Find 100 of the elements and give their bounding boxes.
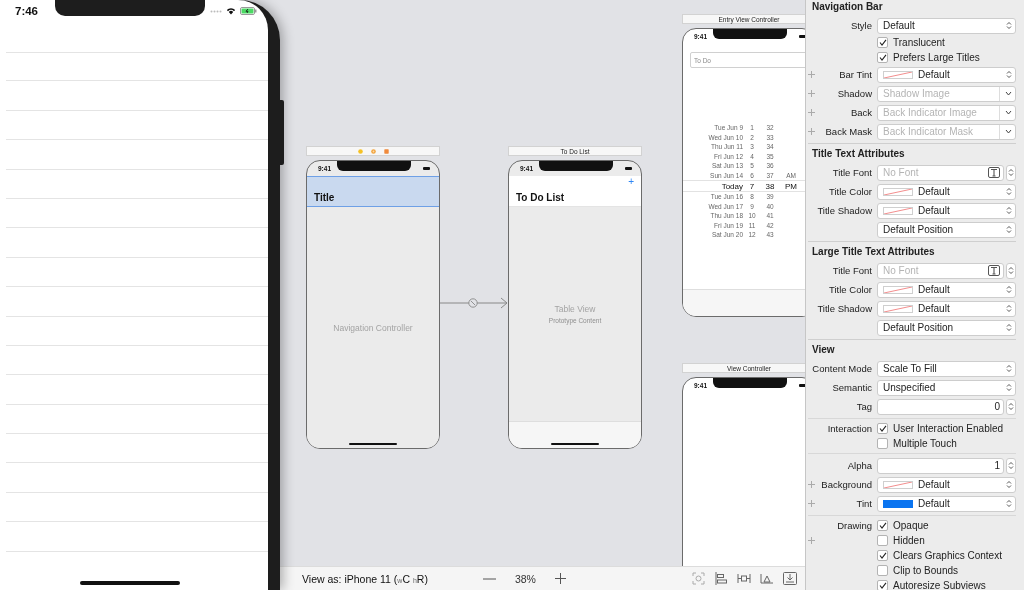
- field-label: Back: [850, 107, 872, 118]
- section-title: Title Text Attributes: [811, 147, 906, 161]
- checkbox-label: Hidden: [893, 535, 925, 546]
- popup-button[interactable]: Default Position: [877, 221, 1016, 238]
- field-label: Tag: [856, 401, 872, 412]
- checkbox[interactable]: [877, 565, 888, 576]
- chevron-down-icon: [1005, 91, 1012, 96]
- placeholder-label: Navigation Controller: [333, 322, 413, 333]
- font-icon[interactable]: [988, 265, 1000, 276]
- navigation-bar[interactable]: Title: [307, 176, 439, 207]
- checkbox[interactable]: [877, 52, 888, 63]
- battery-icon: [240, 7, 257, 15]
- battery-icon: [423, 167, 430, 170]
- stepper[interactable]: [1006, 457, 1016, 474]
- plus-icon[interactable]: [808, 500, 815, 507]
- stepper[interactable]: [1006, 262, 1016, 279]
- chevron-down-icon: [1005, 110, 1012, 115]
- up-down-chevron-icon: [1008, 168, 1014, 177]
- download-tray-icon[interactable]: [783, 572, 797, 585]
- color-swatch: [883, 187, 913, 196]
- up-down-chevron-icon: [1006, 187, 1012, 196]
- home-indicator: [551, 443, 599, 445]
- color-popup-button[interactable]: Default: [877, 300, 1016, 317]
- checkbox[interactable]: [877, 423, 888, 434]
- circle-icon[interactable]: [357, 148, 363, 154]
- checkbox[interactable]: [877, 580, 888, 590]
- field-label: Title Shadow: [817, 205, 872, 216]
- home-indicator: [349, 443, 397, 445]
- checkbox[interactable]: [877, 550, 888, 561]
- color-popup-button[interactable]: Default: [877, 476, 1016, 493]
- triangle-icon[interactable]: [760, 572, 774, 585]
- placeholder-label: Table View: [554, 304, 596, 314]
- checkbox[interactable]: [877, 535, 888, 546]
- field-label: Title Font: [832, 265, 872, 276]
- color-popup-button[interactable]: Default: [877, 281, 1016, 298]
- field-label: Style: [850, 20, 872, 31]
- navigation-title: Title: [314, 192, 336, 203]
- checkbox-label: Clears Graphics Context: [893, 550, 1002, 561]
- color-popup-button[interactable]: Default: [877, 183, 1016, 200]
- popup-button[interactable]: Default Position: [877, 319, 1016, 336]
- field-label: Back Mask: [825, 126, 872, 137]
- field-label: Drawing: [837, 520, 872, 531]
- scene-dock[interactable]: [306, 146, 440, 156]
- field-label: Bar Tint: [839, 69, 872, 80]
- navigation-title: To Do List: [516, 192, 566, 203]
- popup-button[interactable]: Unspecified: [877, 379, 1016, 396]
- section-title: Navigation Bar: [811, 0, 884, 14]
- add-button[interactable]: +: [628, 177, 634, 192]
- plus-icon[interactable]: [808, 481, 815, 488]
- checkbox[interactable]: [877, 37, 888, 48]
- up-down-chevron-icon: [1006, 383, 1012, 392]
- field-label: Semantic: [832, 382, 872, 393]
- color-popup-button[interactable]: Default: [877, 495, 1016, 512]
- picker-minute: 38: [764, 181, 776, 191]
- up-down-chevron-icon: [1006, 21, 1012, 30]
- picker-hour: 7: [748, 181, 756, 191]
- checkbox-label: Opaque: [893, 520, 929, 531]
- stepper[interactable]: [1006, 398, 1016, 415]
- minus-icon[interactable]: [483, 577, 497, 580]
- pin-icon[interactable]: [737, 572, 751, 585]
- align-icon[interactable]: [714, 572, 728, 585]
- picker-date: Today: [720, 181, 743, 191]
- table-row[interactable]: [6, 52, 268, 82]
- frame-target-icon[interactable]: [691, 572, 705, 585]
- plus-icon[interactable]: [808, 71, 815, 78]
- navigation-bar[interactable]: + To Do List: [509, 176, 641, 207]
- font-icon[interactable]: [988, 167, 1000, 178]
- up-down-chevron-icon: [1006, 323, 1012, 332]
- checkbox-label: Multiple Touch: [893, 438, 957, 449]
- plus-icon[interactable]: [808, 109, 815, 116]
- color-popup-button[interactable]: Default: [877, 66, 1016, 83]
- checkbox-label: Prefers Large Titles: [893, 52, 980, 63]
- field-label: Shadow: [837, 88, 872, 99]
- up-down-chevron-icon: [1008, 402, 1014, 411]
- color-popup-button[interactable]: Default: [877, 202, 1016, 219]
- number-field[interactable]: 0: [877, 398, 1004, 415]
- up-down-chevron-icon: [1006, 499, 1012, 508]
- zoom-in-icon[interactable]: [555, 573, 567, 584]
- checkbox-label: User Interaction Enabled: [893, 423, 1004, 434]
- popup-button[interactable]: Scale To Fill: [877, 360, 1016, 377]
- color-swatch: [883, 70, 913, 79]
- wifi-icon: [226, 7, 236, 15]
- checkbox-label: Clip to Bounds: [893, 565, 959, 576]
- plus-icon[interactable]: [808, 537, 815, 544]
- stepper[interactable]: [1006, 164, 1016, 181]
- segue-arrow[interactable]: [440, 296, 508, 310]
- checkbox-label: Translucent: [893, 37, 945, 48]
- checkbox[interactable]: [877, 438, 888, 449]
- section-title: View: [811, 343, 836, 357]
- plus-icon[interactable]: [808, 128, 815, 135]
- checkbox[interactable]: [877, 520, 888, 531]
- plus-icon[interactable]: [808, 90, 815, 97]
- color-swatch: [883, 206, 913, 215]
- popup-button[interactable]: Default: [877, 17, 1016, 34]
- battery-icon: [625, 167, 632, 170]
- number-field[interactable]: 1: [877, 457, 1004, 474]
- up-down-chevron-icon: [1006, 480, 1012, 489]
- field-label: Title Shadow: [817, 303, 872, 314]
- checkbox-label: Autoresize Subviews: [893, 580, 986, 590]
- color-swatch: [883, 480, 913, 489]
